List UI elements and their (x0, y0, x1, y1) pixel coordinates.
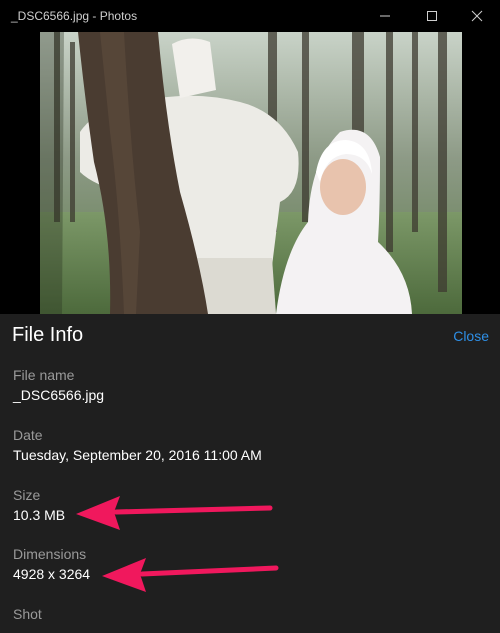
minimize-button[interactable] (362, 0, 408, 32)
close-icon (471, 10, 483, 22)
panel-title: File Info (12, 324, 84, 346)
shot-label: Shot (13, 606, 42, 622)
date-value: Tuesday, September 20, 2016 11:00 AM (13, 447, 262, 463)
photo-image[interactable] (40, 32, 462, 314)
photo-illustration (40, 32, 462, 314)
title-bar: _DSC6566.jpg - Photos (0, 0, 500, 32)
maximize-button[interactable] (409, 0, 455, 32)
file-info-panel: File Info Close File name _DSC6566.jpg D… (0, 314, 500, 633)
size-value: 10.3 MB (13, 507, 66, 523)
maximize-icon (427, 11, 437, 21)
file-name-label: File name (13, 367, 75, 383)
window-title: _DSC6566.jpg - Photos (11, 9, 138, 23)
dimensions-value: 4928 x 3264 (13, 566, 91, 582)
minimize-icon (380, 15, 390, 17)
file-name-value: _DSC6566.jpg (13, 387, 105, 403)
close-panel-link[interactable]: Close (453, 328, 489, 344)
window-close-button[interactable] (454, 0, 500, 32)
dimensions-label: Dimensions (13, 546, 87, 562)
date-label: Date (13, 427, 43, 443)
size-label: Size (13, 487, 41, 503)
